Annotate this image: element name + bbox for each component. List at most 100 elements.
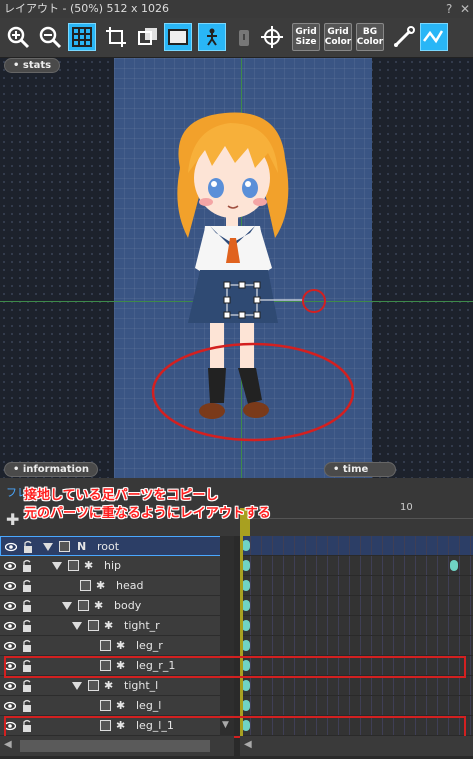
lock-open-icon[interactable] [22,579,32,592]
keyframe-marker[interactable] [242,580,250,591]
frame-h-scrollbar[interactable]: ◀ [240,736,473,756]
tree-row-leg-r[interactable]: ✱ leg_r [0,636,234,656]
bone-tool-button[interactable] [390,23,418,51]
lock-open-icon[interactable] [23,540,33,553]
collapse-icon[interactable] [62,602,72,610]
bone-icon: ✱ [84,559,94,572]
keyframe-marker[interactable] [242,640,250,651]
stats-tab[interactable]: • stats [4,58,61,73]
tree-label: tight_l [124,679,159,692]
keyframe-marker[interactable] [242,700,250,711]
highlight-leg-l-1 [4,716,466,738]
lock-open-icon[interactable] [22,699,32,712]
toolbar: Grid Size Grid Color BG Color [0,18,473,58]
eye-icon[interactable] [4,700,16,712]
eye-icon[interactable] [4,640,16,652]
frame-row[interactable] [240,676,473,696]
eye-icon[interactable] [4,600,16,612]
frame-grid[interactable] [240,536,473,736]
expand-box-icon[interactable] [59,541,70,552]
eye-icon[interactable] [5,541,17,553]
collapse-icon[interactable] [72,682,82,690]
tree-row-root[interactable]: N root [0,536,234,556]
window-title: レイアウト - (50%) 512 x 1026 [4,2,169,15]
keyframe-marker[interactable] [242,620,250,631]
grid-icon [72,27,92,47]
help-button[interactable]: ? [446,0,452,18]
scroll-left-icon[interactable]: ◀ [4,739,12,750]
expand-box-icon[interactable] [100,640,111,651]
eye-icon[interactable] [4,580,16,592]
frame-ruler[interactable] [240,518,473,519]
zoom-out-button[interactable] [36,23,64,51]
lock-open-icon[interactable] [22,559,32,572]
frame-button[interactable] [164,23,192,51]
keyframe-marker[interactable] [242,560,250,571]
zoom-in-button[interactable] [4,23,32,51]
keyframe-marker[interactable] [242,680,250,691]
expand-box-icon[interactable] [100,700,111,711]
bg-color-button[interactable]: BG Color [356,23,384,51]
eye-icon[interactable] [4,620,16,632]
tree-row-hip[interactable]: ✱ hip [0,556,234,576]
keyframe-marker[interactable] [242,600,250,611]
grid-color-button[interactable]: Grid Color [324,23,352,51]
collapse-icon[interactable] [52,562,62,570]
feet-highlight-ellipse [151,342,355,442]
expand-box-icon[interactable] [78,600,89,611]
information-tab[interactable]: • information [4,462,98,477]
keyframe-marker[interactable] [450,560,458,571]
timeline-panel: フレ 10 ✚ N root ✱ hip ✱ head ✱ body ✱ tig… [0,478,473,759]
frame-row[interactable] [240,576,473,596]
eye-icon[interactable] [4,680,16,692]
lock-button[interactable] [230,23,258,51]
frame-row[interactable] [240,536,473,556]
tree-h-scrollbar[interactable]: ◀ [0,736,234,756]
curve-icon [423,30,444,44]
curve-button[interactable] [420,23,448,51]
lock-open-icon[interactable] [22,639,32,652]
expand-box-icon[interactable] [88,620,99,631]
time-tab[interactable]: • time [324,462,396,477]
lock-open-icon[interactable] [22,619,32,632]
tree-row-head[interactable]: ✱ head [0,576,234,596]
lock-open-icon[interactable] [22,679,32,692]
crop-button[interactable] [102,23,130,51]
zoom-out-icon [39,26,62,49]
keyframe-marker[interactable] [242,540,250,551]
eye-icon[interactable] [4,560,16,572]
tree-label: head [116,579,144,592]
highlight-leg-r-1 [4,656,466,678]
frame-row[interactable] [240,696,473,716]
crosshair-button[interactable] [258,23,286,51]
expand-box-icon[interactable] [88,680,99,691]
scroll-thumb[interactable] [20,740,210,752]
zoom-in-icon [7,26,30,49]
layer-button[interactable] [134,23,162,51]
frame-row[interactable] [240,596,473,616]
playhead-line [240,536,243,736]
transform-gizmo[interactable] [215,281,330,326]
grid-size-button[interactable]: Grid Size [292,23,320,51]
frame-row[interactable] [240,636,473,656]
annotation-line-1: 接地している足パーツをコピーし [24,488,219,503]
expand-box-icon[interactable] [80,580,91,591]
layout-canvas[interactable]: • stats • information • time [0,58,473,478]
tree-row-leg-l[interactable]: ✱ leg_l [0,696,234,716]
bone-button[interactable] [198,23,226,51]
tree-row-body[interactable]: ✱ body [0,596,234,616]
tree-row-tight-r[interactable]: ✱ tight_r [0,616,234,636]
close-button[interactable]: ✕ [460,0,470,18]
expand-box-icon[interactable] [68,560,79,571]
scroll-left-icon[interactable]: ◀ [244,739,252,750]
lock-open-icon[interactable] [22,599,32,612]
frame-row[interactable] [240,616,473,636]
collapse-icon[interactable] [72,622,82,630]
tree-row-tight-l[interactable]: ✱ tight_l [0,676,234,696]
tree-scrollbar[interactable]: ▼ [220,536,234,736]
collapse-icon[interactable] [43,543,53,551]
add-part-icon[interactable]: ✚ [6,510,26,529]
frame-row[interactable] [240,556,473,576]
grid-toggle-button[interactable] [68,23,96,51]
window-titlebar: レイアウト - (50%) 512 x 1026 ? ✕ [0,0,473,18]
